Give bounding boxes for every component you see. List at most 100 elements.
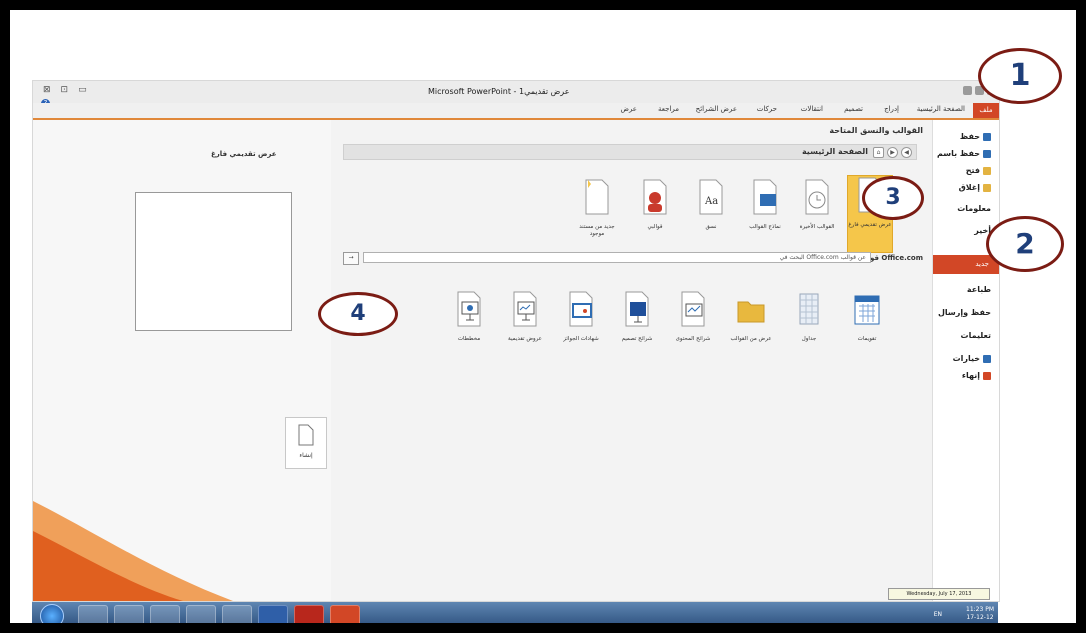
recent-templates-icon <box>805 179 829 215</box>
customize-qat-icon[interactable] <box>963 86 972 95</box>
tab-view[interactable]: عرض <box>620 105 637 113</box>
template-label: عرض من القوالب <box>730 336 772 342</box>
template-label: جديد من مستند موجود <box>579 224 615 237</box>
nav-print[interactable]: طباعة <box>967 285 991 294</box>
themes-icon: Aa <box>699 179 723 215</box>
office-template-content-slides[interactable]: شرائح المحتوى <box>671 290 715 343</box>
nav-close[interactable]: إغلاق <box>959 183 991 192</box>
nav-close-label: إغلاق <box>958 183 980 192</box>
template-label: مخططات <box>457 336 481 342</box>
nav-info-label: معلومات <box>957 204 991 213</box>
tab-transitions[interactable]: انتقالات <box>801 105 823 113</box>
tab-file[interactable]: ملف <box>973 103 999 118</box>
clock-time: 11:23 PM <box>966 606 994 613</box>
office-search-input[interactable]: البحث في Office.com عن قوالب <box>363 252 871 263</box>
office-swoosh-decoration <box>33 501 233 601</box>
powerpoint-taskbar-icon[interactable] <box>330 605 360 623</box>
office-template-awards[interactable]: شهادات الجوائز <box>559 290 603 343</box>
slide-preview <box>135 192 292 331</box>
template-label: شرائح المحتوى <box>675 336 711 342</box>
template-my-templates[interactable]: قوالبي <box>633 178 677 231</box>
clock[interactable]: 11:23 PM 17-12-12 <box>966 606 994 622</box>
nav-print-label: طباعة <box>966 285 991 294</box>
restore-window-icon[interactable]: ⊡ <box>61 85 69 95</box>
nav-open[interactable]: فتح <box>966 166 991 175</box>
templates-heading: القوالب والنسق المتاحة <box>829 126 923 135</box>
explorer-taskbar-icon[interactable] <box>78 605 108 623</box>
create-button-label: إنشاء <box>299 452 313 459</box>
nav-save-send[interactable]: حفظ وإرسال <box>938 308 991 317</box>
ribbon-tabs: ملف الصفحة الرئيسية إدراج تصميم انتقالات… <box>33 103 999 120</box>
office-template-more[interactable]: عرض من القوالب <box>729 290 773 343</box>
calendar-icon <box>854 295 880 325</box>
table-icon <box>799 293 819 325</box>
tab-home[interactable]: الصفحة الرئيسية <box>917 105 965 113</box>
slide-content-icon <box>681 291 705 327</box>
nav-save-label: حفظ <box>959 132 980 141</box>
taskbar: EN 11:23 PM 17-12-12 <box>32 602 998 623</box>
preview-pane: عرض تقديمي فارغ إنشاء <box>33 120 331 601</box>
nav-save-send-label: حفظ وإرسال <box>937 308 991 317</box>
template-nav-bar: ◀ ▶ ⌂ الصفحة الرئيسية <box>343 144 917 160</box>
system-tray-language[interactable]: EN <box>934 611 942 618</box>
firefox-taskbar-icon[interactable] <box>186 605 216 623</box>
media-player-taskbar-icon[interactable] <box>114 605 144 623</box>
presentation-icon <box>513 291 537 327</box>
nav-exit[interactable]: إنهاء <box>962 371 991 380</box>
nav-new-label: جديد <box>975 260 989 268</box>
nav-options[interactable]: خيارات <box>953 354 991 363</box>
start-button[interactable] <box>40 604 64 623</box>
close-window-icon[interactable]: ⊠ <box>43 85 51 95</box>
screenshot-frame: ⊠ ⊡ ▭ ? Microsoft PowerPoint - عرض تقديم… <box>0 0 1086 633</box>
office-template-presentations[interactable]: عروض تقديمية <box>503 290 547 343</box>
template-label: جداول <box>801 336 817 342</box>
template-recent[interactable]: القوالب الأخيرة <box>795 178 839 231</box>
template-sample[interactable]: نماذج القوالب <box>743 178 787 231</box>
tab-design[interactable]: تصميم <box>844 105 863 113</box>
tab-insert[interactable]: إدراج <box>884 105 899 113</box>
callout-4: 4 <box>318 292 398 336</box>
tab-review[interactable]: مراجعة <box>658 105 679 113</box>
award-certificate-icon <box>569 291 593 327</box>
forward-arrow-icon[interactable]: ▶ <box>887 147 898 158</box>
chrome-taskbar-icon[interactable] <box>222 605 252 623</box>
minimize-window-icon[interactable]: ▭ <box>78 85 87 95</box>
screen: ⊠ ⊡ ▭ ? Microsoft PowerPoint - عرض تقديم… <box>10 10 1076 623</box>
new-from-existing-icon <box>585 179 609 215</box>
template-themes[interactable]: Aa نسق <box>689 178 733 231</box>
office-template-design-slides[interactable]: شرائح تصميم <box>615 290 659 343</box>
back-arrow-icon[interactable]: ◀ <box>901 147 912 158</box>
office-template-diagrams[interactable]: مخططات <box>447 290 491 343</box>
template-label: نسق <box>705 224 717 230</box>
search-arrow-button[interactable]: → <box>343 252 359 265</box>
preview-title: عرض تقديمي فارغ <box>211 150 277 158</box>
sample-templates-icon <box>753 179 777 215</box>
nav-open-label: فتح <box>965 166 980 175</box>
diagram-icon <box>457 291 481 327</box>
nav-info[interactable]: معلومات <box>957 204 991 213</box>
nav-new[interactable]: جديد <box>933 255 999 274</box>
nav-save[interactable]: حفظ <box>960 132 991 141</box>
template-new-from-existing[interactable]: جديد من مستند موجود <box>575 178 619 238</box>
tab-slideshow[interactable]: عرض الشرائح <box>696 105 737 113</box>
save-as-icon <box>983 149 991 158</box>
internet-explorer-taskbar-icon[interactable] <box>150 605 180 623</box>
nav-help-label: تعليمات <box>960 331 991 340</box>
save-icon <box>983 132 991 141</box>
office-template-calendars[interactable]: تقويمات <box>845 290 889 343</box>
nav-save-as[interactable]: حفظ باسم <box>937 149 991 158</box>
home-icon[interactable]: ⌂ <box>873 147 884 158</box>
acrobat-taskbar-icon[interactable] <box>294 605 324 623</box>
tab-animations[interactable]: حركات <box>757 105 777 113</box>
available-templates-pane: القوالب والنسق المتاحة ◀ ▶ ⌂ الصفحة الرئ… <box>333 120 931 601</box>
nav-save-as-label: حفظ باسم <box>936 149 980 158</box>
template-label: القوالب الأخيرة <box>799 224 835 230</box>
nav-help[interactable]: تعليمات <box>961 331 991 340</box>
template-label: عروض تقديمية <box>508 336 542 342</box>
word-taskbar-icon[interactable] <box>258 605 288 623</box>
clock-date: 17-12-12 <box>966 614 994 621</box>
design-slide-icon <box>625 291 649 327</box>
home-label: الصفحة الرئيسية <box>801 147 868 156</box>
office-template-tables[interactable]: جداول <box>787 290 831 343</box>
template-label: قوالبي <box>647 224 663 230</box>
